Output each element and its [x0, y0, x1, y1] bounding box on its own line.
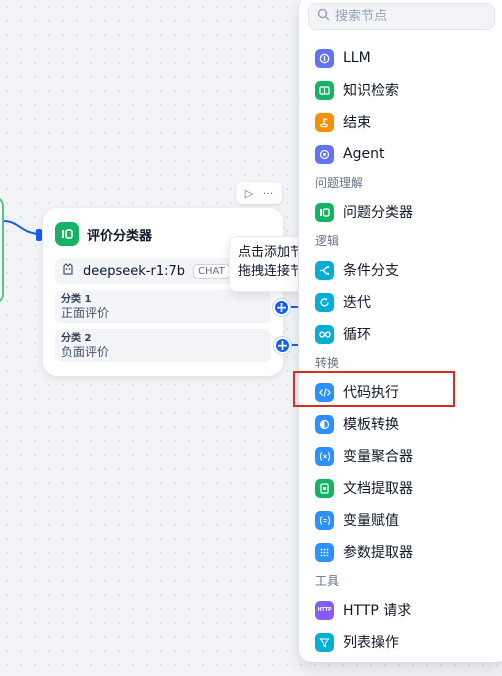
block-item-template-transform[interactable]: 模板转换 — [315, 411, 485, 437]
previous-node-edge[interactable] — [0, 196, 4, 304]
template-transform-icon — [315, 414, 334, 434]
block-item-if-else[interactable]: 条件分支 — [315, 257, 485, 283]
question-classifier-icon — [55, 222, 79, 246]
block-item-label: Agent — [343, 146, 385, 162]
class-item-2[interactable]: 分类 2 负面评价 — [55, 329, 271, 362]
block-item-label: LLM — [343, 50, 371, 66]
block-item-llm[interactable]: LLM — [315, 45, 485, 71]
block-item-label: 条件分支 — [343, 263, 399, 279]
loop-icon — [315, 324, 334, 344]
class-name: 分类 1 — [61, 294, 92, 305]
block-item-label: HTTP 请求 — [343, 603, 412, 619]
block-item-variable-aggregator[interactable]: 变量聚合器 — [315, 443, 485, 469]
block-item-variable-assigner[interactable]: 变量赋值 — [315, 507, 485, 533]
block-item-document-extractor[interactable]: 文档提取器 — [315, 475, 485, 501]
model-name: deepseek-r1:7b — [83, 263, 186, 279]
add-node-plus-icon[interactable]: + — [274, 337, 291, 354]
block-item-label: 循环 — [343, 327, 371, 343]
more-options-icon[interactable]: ··· — [263, 187, 274, 200]
http-request-icon: HTTP — [315, 600, 334, 620]
highlight-annotation-box — [293, 371, 455, 407]
group-label-tools: 工具 — [315, 574, 340, 588]
block-item-http-request[interactable]: HTTP HTTP 请求 — [315, 597, 485, 623]
block-item-label: 文档提取器 — [343, 481, 413, 497]
block-item-label: 参数提取器 — [343, 545, 413, 561]
block-item-label: 模板转换 — [343, 417, 399, 433]
group-label-logic: 逻辑 — [315, 234, 340, 248]
search-icon — [317, 8, 330, 25]
knowledge-retrieval-icon — [315, 80, 334, 100]
variable-assigner-icon — [315, 510, 334, 530]
node-title: 评价分类器 — [87, 228, 153, 244]
list-operator-icon — [315, 632, 334, 652]
if-else-icon — [315, 260, 334, 280]
block-item-label: 变量聚合器 — [343, 449, 413, 465]
block-selector-panel: LLM 知识检索 结束 Agent 问题理解 问题分类器 逻辑 条件分支 — [299, 0, 502, 662]
block-item-agent[interactable]: Agent — [315, 141, 485, 167]
end-icon — [315, 112, 334, 132]
document-extractor-icon — [315, 478, 334, 498]
variable-aggregator-icon — [315, 446, 334, 466]
node-toolbar: ▷ ··· — [236, 182, 282, 204]
agent-icon — [315, 144, 334, 164]
deepseek-model-icon — [61, 262, 75, 280]
search-input[interactable] — [335, 9, 485, 24]
block-item-label: 问题分类器 — [343, 205, 413, 221]
group-label-transform: 转换 — [315, 356, 340, 370]
add-node-plus-icon[interactable]: + — [273, 299, 290, 316]
llm-icon — [315, 48, 334, 68]
class-item-1[interactable]: 分类 1 正面评价 — [55, 290, 271, 323]
search-box[interactable] — [308, 3, 495, 30]
question-classifier-node[interactable]: 评价分类器 deepseek-r1:7b CHAT 分类 1 正面评价 分类 2… — [43, 208, 283, 376]
run-node-icon[interactable]: ▷ — [245, 187, 253, 200]
block-item-question-classifier[interactable]: 问题分类器 — [315, 199, 485, 225]
node-input-handle[interactable] — [36, 229, 42, 241]
iteration-icon — [315, 292, 334, 312]
class-description: 正面评价 — [61, 306, 110, 320]
question-classifier-icon — [315, 202, 334, 222]
block-item-knowledge-retrieval[interactable]: 知识检索 — [315, 77, 485, 103]
parameter-extractor-icon — [315, 542, 334, 562]
class-name: 分类 2 — [61, 333, 92, 344]
block-item-label: 列表操作 — [343, 635, 399, 651]
block-item-label: 结束 — [343, 115, 371, 131]
block-item-label: 变量赋值 — [343, 513, 399, 529]
block-item-parameter-extractor[interactable]: 参数提取器 — [315, 539, 485, 565]
class-description: 负面评价 — [61, 345, 110, 359]
block-item-label: 迭代 — [343, 295, 371, 311]
block-item-label: 知识检索 — [343, 83, 399, 99]
model-mode-badge: CHAT — [193, 263, 230, 279]
group-label-question-understanding: 问题理解 — [315, 176, 364, 190]
block-item-loop[interactable]: 循环 — [315, 321, 485, 347]
block-item-end[interactable]: 结束 — [315, 109, 485, 135]
block-item-list-operator[interactable]: 列表操作 — [315, 629, 485, 655]
block-item-iteration[interactable]: 迭代 — [315, 289, 485, 315]
